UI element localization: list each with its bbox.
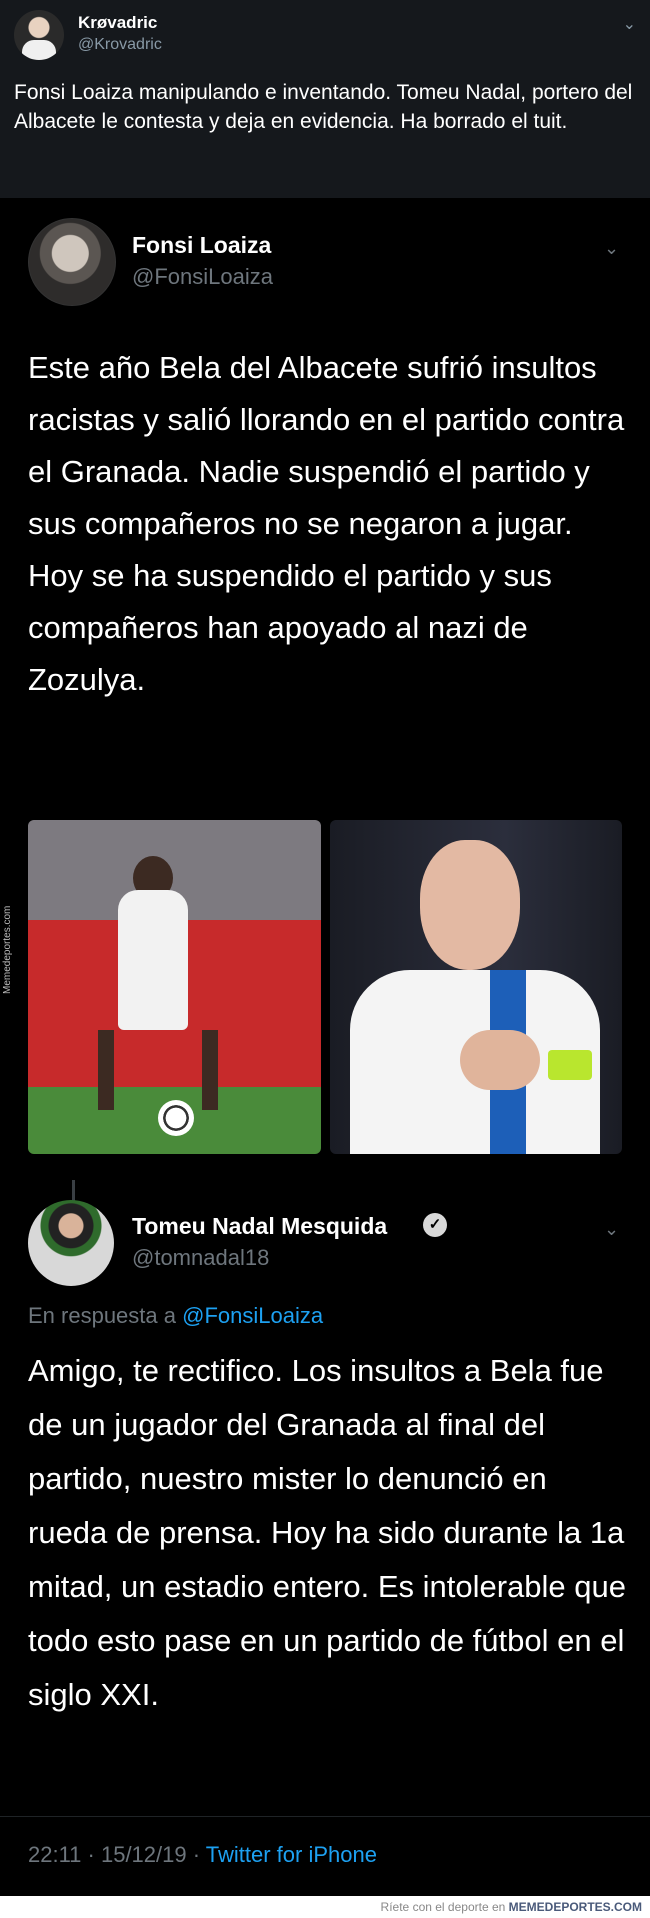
chevron-down-icon[interactable]: ⌄ xyxy=(604,1219,619,1240)
quoted-tweet-text: Este año Bela del Albacete sufrió insult… xyxy=(28,350,625,697)
fonsi-avatar[interactable] xyxy=(28,218,116,306)
quoted-tweet-name[interactable]: Fonsi Loaiza xyxy=(132,232,271,259)
footer-bar: Ríete con el deporte en MEMEDEPORTES.COM xyxy=(0,1896,650,1918)
outer-tweet-text: Fonsi Loaiza manipulando e inventando. T… xyxy=(14,81,633,133)
reply-prefix: En respuesta a xyxy=(28,1303,176,1328)
outer-tweet-name[interactable]: Krøvadric xyxy=(78,13,157,33)
zozulya-photo[interactable] xyxy=(330,820,622,1154)
football xyxy=(158,1100,194,1136)
player-hand xyxy=(460,1030,540,1090)
footer-tagline: Ríete con el deporte en xyxy=(380,1900,506,1914)
krovadric-avatar[interactable] xyxy=(14,10,64,60)
outer-tweet-handle[interactable]: @Krovadric xyxy=(78,36,162,54)
reply-tweet-name[interactable]: Tomeu Nadal Mesquida xyxy=(132,1213,387,1240)
reply-tweet-text: Amigo, te rectifico. Los insultos a Bela… xyxy=(28,1353,626,1712)
quoted-tweet-handle[interactable]: @FonsiLoaiza xyxy=(132,264,273,290)
tomeu-avatar[interactable] xyxy=(28,1200,114,1286)
reply-context: En respuesta a @FonsiLoaiza xyxy=(28,1303,323,1329)
footer-text: Ríete con el deporte en MEMEDEPORTES.COM xyxy=(381,1900,642,1914)
source-link[interactable]: Twitter for iPhone xyxy=(206,1842,377,1867)
captain-armband xyxy=(548,1050,592,1080)
memedeportes-watermark: Memedeportes.com xyxy=(2,905,13,995)
reply-mention-link[interactable]: @FonsiLoaiza xyxy=(182,1303,323,1328)
player-head xyxy=(420,840,520,970)
verified-badge-icon: ✓ xyxy=(423,1213,447,1237)
player-legs xyxy=(98,1030,218,1110)
outer-tweet-header: Krøvadric @Krovadric ⌄ Fonsi Loaiza mani… xyxy=(0,0,650,198)
player-kit xyxy=(118,890,188,1030)
footer-brand-link[interactable]: MEMEDEPORTES.COM xyxy=(509,1900,642,1914)
bela-photo[interactable] xyxy=(28,820,321,1154)
reply-tweet-handle[interactable]: @tomnadal18 xyxy=(132,1245,269,1271)
chevron-down-icon[interactable]: ⌄ xyxy=(623,14,636,34)
divider xyxy=(0,1816,650,1817)
chevron-down-icon[interactable]: ⌄ xyxy=(604,238,619,259)
timestamp[interactable]: 22:11 · 15/12/19 · xyxy=(28,1842,200,1867)
tweet-meta: 22:11 · 15/12/19 · Twitter for iPhone xyxy=(28,1842,377,1868)
